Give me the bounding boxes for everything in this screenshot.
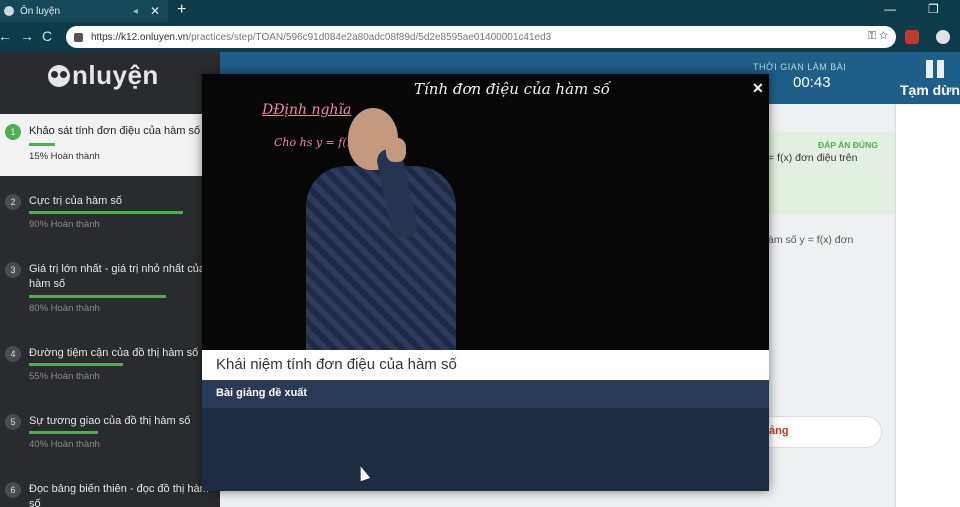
video-player[interactable]: Tính đơn điệu của hàm số DĐịnh nghĩa Cho… (202, 74, 769, 350)
site-logo[interactable]: nluyện (48, 60, 159, 91)
reload-icon[interactable]: C (42, 28, 52, 44)
lesson-item-2[interactable]: 2 Cực trị của hàm số 90% Hoàn thành (0, 188, 220, 242)
bookmark-star-icon[interactable]: ⚿ ☆ (868, 30, 888, 43)
close-modal-icon[interactable]: ✕ (752, 80, 764, 97)
back-icon[interactable]: ← (0, 28, 12, 44)
lesson-progress-bar (29, 143, 55, 146)
lesson-number: 6 (5, 482, 21, 498)
answer-text: = f(x) đơn điệu trên (768, 152, 858, 164)
video-modal: Tính đơn điệu của hàm số DĐịnh nghĩa Cho… (202, 74, 769, 491)
lesson-item-6[interactable]: 6 Đọc bảng biến thiên - đọc đồ thị hàm s… (0, 476, 220, 507)
correct-answer-label: ĐÁP ÁN ĐÚNG (818, 140, 878, 150)
forward-icon[interactable]: → (20, 28, 34, 44)
browser-tabbar: Ôn luyện ◂ ✕ + — ❐ (0, 0, 960, 22)
lesson-percent: 80% Hoàn thành (29, 303, 100, 314)
lesson-sidebar: nluyện 1 Khảo sát tính đơn điệu của hàm … (0, 52, 220, 507)
restore-icon[interactable]: ❐ (928, 2, 939, 16)
lesson-progress-bar (29, 431, 98, 434)
lesson-progress-bar (29, 363, 123, 366)
timer-label: THỜI GIAN LÀM BÀI (753, 62, 847, 72)
lesson-number: 1 (5, 124, 21, 140)
lesson-title: Khảo sát tính đơn điệu của hàm số (29, 125, 201, 137)
lecturer-figure (306, 108, 456, 350)
lock-icon (74, 32, 83, 42)
lesson-title: Sự tương giao của đồ thị hàm số (29, 415, 191, 427)
lesson-percent: 15% Hoàn thành (29, 151, 100, 162)
mute-icon[interactable]: ◂ (133, 6, 138, 17)
lesson-number: 4 (5, 346, 21, 362)
page: nluyện 1 Khảo sát tính đơn điệu của hàm … (0, 52, 960, 507)
lesson-title: Giá trị lớn nhất - giá trị nhỏ nhất của … (29, 263, 205, 290)
suggested-lessons-label: Bài giảng đề xuất (216, 387, 308, 399)
address-bar[interactable]: https://k12.onluyen.vn/practices/step/TO… (66, 26, 896, 48)
lesson-title: Đọc bảng biến thiên - đọc đồ thị hàm số (29, 483, 209, 507)
lesson-item-1[interactable]: 1 Khảo sát tính đơn điệu của hàm số 15% … (0, 114, 220, 176)
url-text: https://k12.onluyen.vn/practices/step/TO… (91, 31, 552, 43)
question-text: àm số y = f(x) đơn (768, 234, 854, 246)
lesson-number: 3 (5, 262, 21, 278)
lesson-percent: 40% Hoàn thành (29, 439, 100, 450)
lecturer-hand (386, 138, 406, 162)
lesson-item-5[interactable]: 5 Sự tương giao của đồ thị hàm số 40% Ho… (0, 408, 220, 462)
site-favicon-icon (4, 6, 14, 16)
minimize-icon[interactable]: — (884, 2, 896, 16)
right-panel (895, 104, 960, 507)
board-title: Tính đơn điệu của hàm số (414, 80, 610, 98)
extension-icon[interactable] (905, 30, 919, 44)
lesson-number: 5 (5, 414, 21, 430)
new-tab-button[interactable]: + (177, 1, 186, 19)
lesson-progress-bar (29, 211, 183, 214)
profile-avatar[interactable] (936, 30, 950, 44)
lesson-title: Cực trị của hàm số (29, 195, 122, 207)
close-tab-icon[interactable]: ✕ (150, 4, 160, 18)
pause-button[interactable]: Tạm dừn (900, 82, 960, 98)
lecturer-shirt (306, 166, 456, 350)
lesson-item-4[interactable]: 4 Đường tiệm cận của đồ thị hàm số 55% H… (0, 340, 220, 394)
hint-button-label: iảng (766, 425, 789, 437)
lesson-title: Đường tiệm cận của đồ thị hàm số (29, 347, 199, 359)
browser-tab[interactable]: Ôn luyện ◂ ✕ (0, 0, 168, 22)
lesson-percent: 90% Hoàn thành (29, 219, 100, 230)
browser-navbar: ← → C https://k12.onluyen.vn/practices/s… (0, 22, 960, 52)
lesson-percent: 55% Hoàn thành (29, 371, 100, 382)
lesson-item-3[interactable]: 3 Giá trị lớn nhất - giá trị nhỏ nhất củ… (0, 256, 220, 326)
timer-value: 00:43 (793, 74, 831, 91)
lesson-number: 2 (5, 194, 21, 210)
video-title: Khái niệm tính đơn điệu của hàm số (216, 356, 457, 373)
owl-logo-icon (48, 65, 70, 87)
tab-title: Ôn luyện (20, 5, 61, 17)
lesson-progress-bar (29, 295, 166, 298)
pause-icon[interactable] (926, 60, 946, 78)
